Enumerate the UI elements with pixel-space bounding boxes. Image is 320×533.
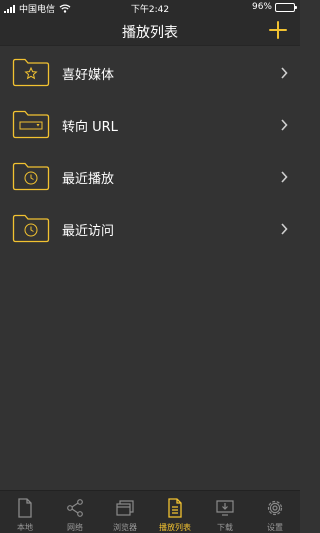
plus-icon[interactable]	[266, 18, 290, 42]
tab-label: 本地	[17, 523, 33, 532]
tab-label: 浏览器	[113, 523, 137, 532]
tab-label: 下载	[217, 523, 233, 532]
playlist-list: 喜好媒体 转向 URL 最近播放 最近访问	[0, 47, 300, 255]
download-icon	[216, 500, 234, 516]
gear-icon	[267, 500, 283, 516]
app-screen: 中国电信 下午2:42 96% 播放列表 喜好媒体 转向 URL 最近播放 最近…	[0, 0, 300, 533]
tab-local[interactable]: 本地	[0, 491, 50, 533]
tab-network[interactable]: 网络	[50, 491, 100, 533]
list-item-favorites[interactable]: 喜好媒体	[0, 47, 300, 99]
battery-icon	[275, 2, 297, 12]
chevron-right-icon	[281, 67, 288, 79]
share-icon	[67, 499, 83, 517]
tab-label: 播放列表	[159, 523, 191, 532]
tab-bar: 本地 网络 浏览器 播放列表 下载 设置	[0, 490, 300, 533]
status-bar: 中国电信 下午2:42 96%	[0, 0, 300, 16]
battery-percent: 96%	[251, 2, 272, 12]
chevron-right-icon	[281, 171, 288, 183]
list-item-label: 转向 URL	[62, 120, 118, 135]
list-item-redirect-url[interactable]: 转向 URL	[0, 99, 300, 151]
nav-bar: 播放列表	[0, 16, 300, 46]
tab-settings[interactable]: 设置	[250, 491, 300, 533]
document-icon	[18, 498, 32, 518]
folder-clock-icon	[12, 162, 50, 191]
list-item-label: 喜好媒体	[62, 68, 115, 83]
folder-star-icon	[12, 58, 50, 87]
list-item-label: 最近访问	[62, 224, 115, 239]
tab-browser[interactable]: 浏览器	[100, 491, 150, 533]
folder-link-icon	[12, 110, 50, 139]
folder-clock-icon	[12, 214, 50, 243]
tab-label: 网络	[67, 523, 83, 532]
windows-icon	[116, 500, 134, 516]
chevron-right-icon	[281, 119, 288, 131]
tab-playlist[interactable]: 播放列表	[150, 491, 200, 533]
list-item-recently-visited[interactable]: 最近访问	[0, 203, 300, 255]
list-item-label: 最近播放	[62, 172, 115, 187]
tab-download[interactable]: 下载	[200, 491, 250, 533]
playlist-icon	[168, 498, 182, 518]
tab-label: 设置	[267, 523, 283, 532]
chevron-right-icon	[281, 223, 288, 235]
page-title: 播放列表	[122, 25, 178, 41]
list-item-recently-played[interactable]: 最近播放	[0, 151, 300, 203]
status-right: 96%	[251, 2, 297, 12]
